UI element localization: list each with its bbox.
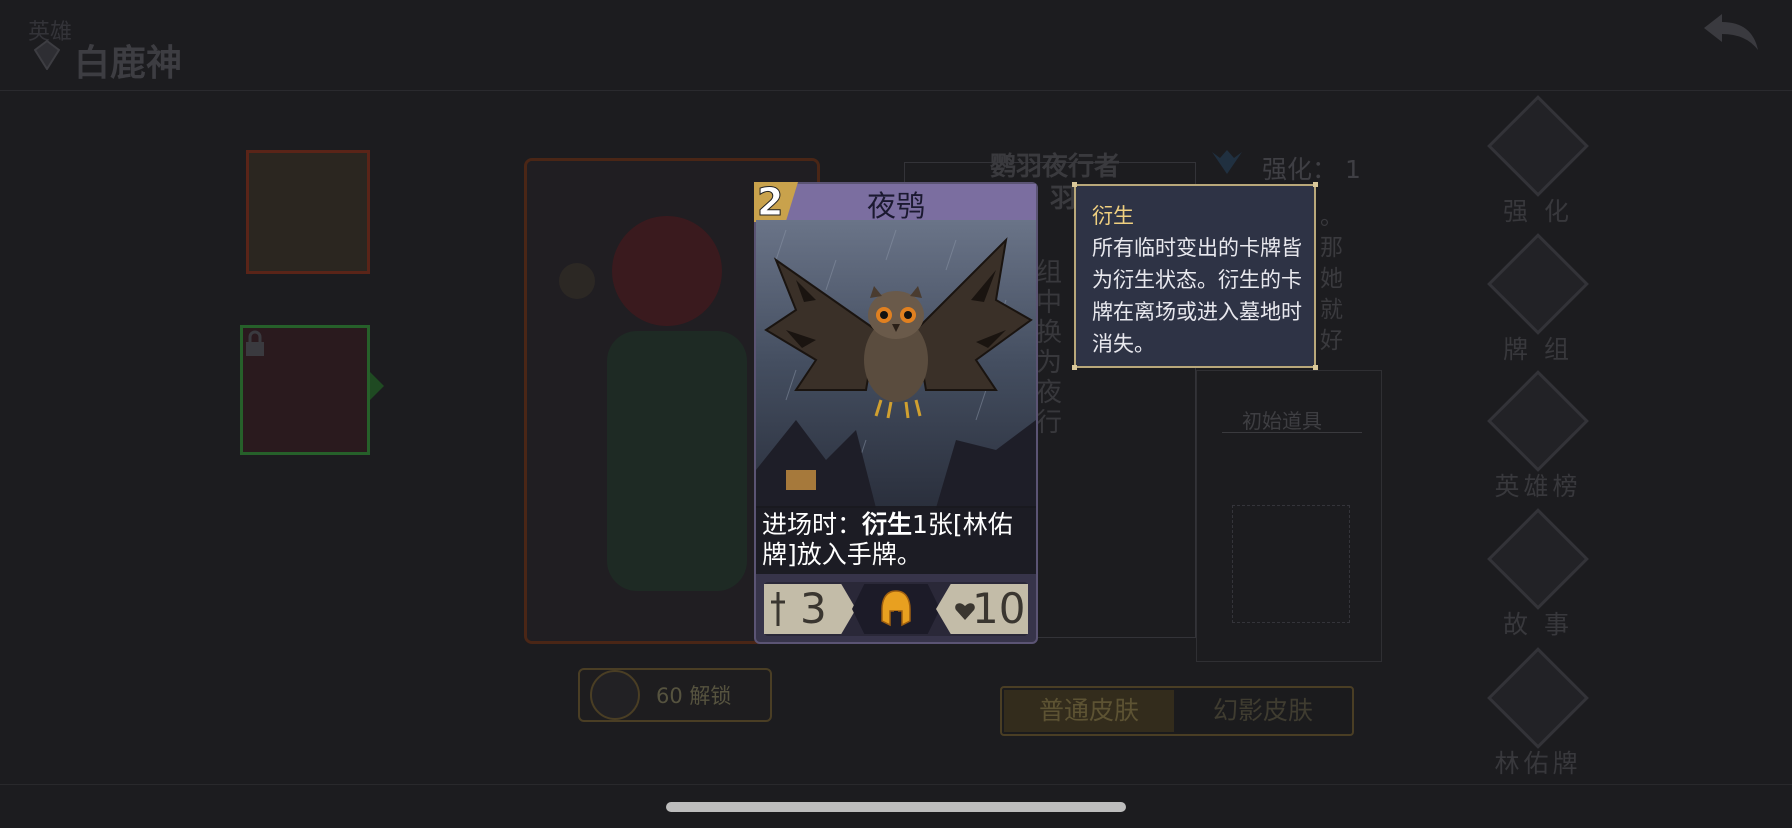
tab-normal-skin[interactable]: 普通皮肤 xyxy=(1004,690,1174,732)
enhance-level: 强化： 1 xyxy=(1262,150,1361,186)
unlock-coin-icon xyxy=(590,670,640,720)
lock-icon xyxy=(246,330,264,356)
nav-deck-label: 牌 组 xyxy=(1503,335,1573,364)
story-icon xyxy=(1487,508,1589,610)
divider xyxy=(1222,432,1362,433)
initial-items-title: 初始道具 xyxy=(1242,409,1322,433)
hero-emblem-icon xyxy=(34,40,60,70)
card-effect-text: 进场时：衍生1张[林佑牌]放入手牌。 xyxy=(762,510,1034,570)
helmet-icon xyxy=(881,590,911,627)
skin-thumbnail-1[interactable] xyxy=(246,150,370,274)
tooltip-title: 衍生 xyxy=(1092,204,1134,228)
enhance-label: 强化： xyxy=(1262,155,1338,184)
tooltip-corner xyxy=(1072,182,1077,187)
hero-name-title: 白鹿神 xyxy=(74,43,183,84)
unlock-label: 解锁 xyxy=(689,684,732,708)
lin-card-icon xyxy=(1487,647,1589,749)
unlock-cost: 60 xyxy=(656,684,683,708)
card-cost: 2 xyxy=(756,180,784,225)
nav-deck-button[interactable]: 牌 组 xyxy=(1487,233,1589,366)
nav-story-button[interactable]: 故 事 xyxy=(1487,508,1589,641)
initial-item-slot[interactable] xyxy=(1232,505,1350,623)
nav-story-label: 故 事 xyxy=(1503,610,1573,639)
enhance-icon xyxy=(1487,95,1589,197)
enhance-level-icon xyxy=(1212,150,1242,174)
ranking-icon xyxy=(1487,370,1589,472)
nav-ranking-label: 英雄榜 xyxy=(1494,472,1582,501)
card-art-owl xyxy=(756,220,1036,508)
top-bar xyxy=(0,0,1792,91)
enhance-value: 1 xyxy=(1344,155,1361,184)
tooltip-body: 所有临时变出的卡牌皆为衍生状态。衍生的卡牌在离场或进入墓地时消失。 xyxy=(1092,236,1302,356)
nav-lin-card-button[interactable]: 林佑牌 xyxy=(1487,647,1589,780)
background-card-description: 组中 换为 夜行 xyxy=(1036,258,1063,438)
sword-icon xyxy=(771,592,785,626)
card-health: 10 xyxy=(972,584,1026,633)
card-attack: 3 xyxy=(800,584,827,633)
nav-lin-card-label: 林佑牌 xyxy=(1494,749,1582,778)
unlock-label-group: 60 解锁 xyxy=(656,680,731,710)
tooltip-corner xyxy=(1313,365,1318,370)
hero-description-fragment: 。 那她 就好 xyxy=(1320,204,1343,354)
tab-illusion-skin[interactable]: 幻影皮肤 xyxy=(1180,690,1346,732)
back-arrow-icon[interactable] xyxy=(1700,10,1764,56)
nav-enhance-button[interactable]: 强 化 xyxy=(1487,95,1589,228)
home-indicator[interactable] xyxy=(666,802,1126,812)
card-text-prefix: 进场时： xyxy=(762,510,863,539)
nav-enhance-label: 强 化 xyxy=(1503,197,1573,226)
selected-arrow-icon xyxy=(370,372,384,400)
card-text-keyword[interactable]: 衍生 xyxy=(862,510,912,539)
bottom-divider xyxy=(0,784,1792,785)
nav-ranking-button[interactable]: 英雄榜 xyxy=(1487,370,1589,503)
tooltip-corner xyxy=(1313,182,1318,187)
tooltip-corner xyxy=(1072,365,1077,370)
card-name: 夜鸮 xyxy=(866,189,925,223)
deck-icon xyxy=(1487,233,1589,335)
